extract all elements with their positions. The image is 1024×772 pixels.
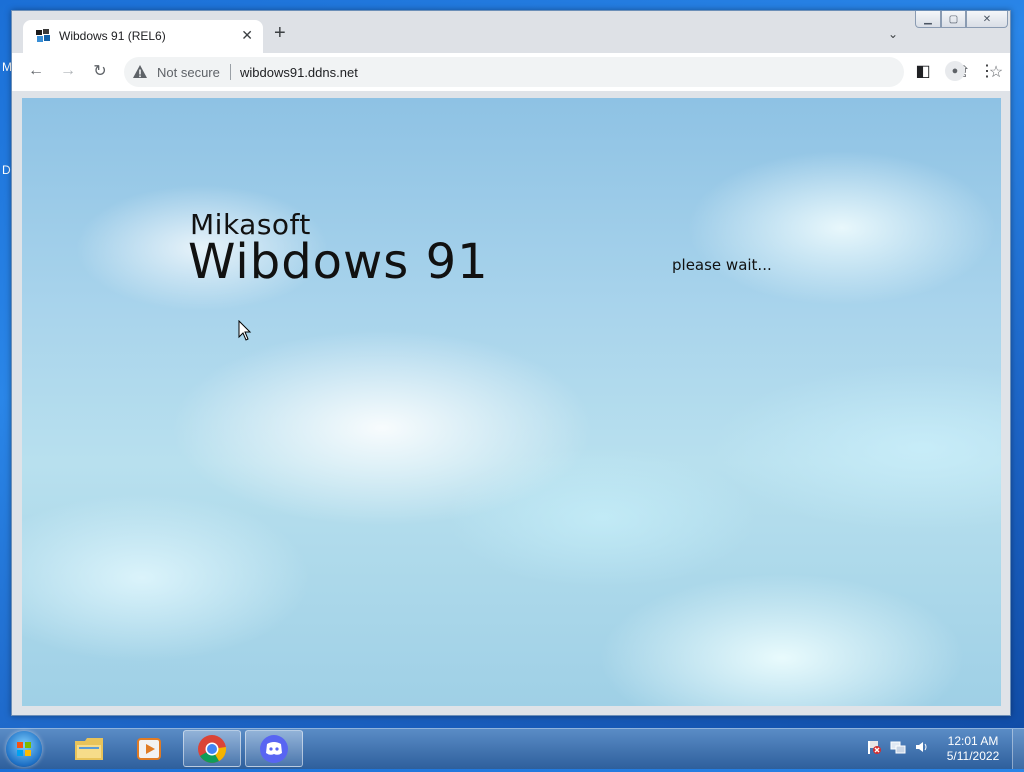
- reload-icon[interactable]: ↻: [90, 61, 110, 81]
- taskbar: 12:01 AM 5/11/2022: [0, 728, 1024, 769]
- chrome-icon: [198, 734, 227, 763]
- media-player-icon: [137, 737, 161, 760]
- system-tray: [866, 739, 930, 755]
- tab-strip: Wibdows 91 (REL6) ✕ + ⌄ ▁ ▢ ✕: [12, 11, 1010, 53]
- minimize-button[interactable]: ▁: [915, 11, 941, 28]
- show-desktop-button[interactable]: [1012, 729, 1024, 769]
- browser-menu-icon[interactable]: ⋮: [977, 61, 997, 81]
- security-status-label[interactable]: Not secure: [157, 65, 220, 80]
- taskbar-chrome[interactable]: [183, 730, 241, 767]
- network-icon[interactable]: [890, 739, 906, 755]
- tab-search-chevron-icon[interactable]: ⌄: [888, 27, 898, 41]
- taskbar-media-player[interactable]: [121, 730, 179, 767]
- maximize-button[interactable]: ▢: [941, 11, 966, 28]
- tab-close-icon[interactable]: ✕: [241, 27, 253, 44]
- browser-window: Wibdows 91 (REL6) ✕ + ⌄ ▁ ▢ ✕ ← → ↻ Not …: [11, 10, 1011, 716]
- page-viewport[interactable]: Mikasoft Wibdows 91 please wait...: [22, 98, 1001, 706]
- clock-time: 12:01 AM: [947, 734, 999, 748]
- mouse-pointer-icon: [238, 320, 252, 341]
- system-clock[interactable]: 12:01 AM 5/11/2022: [940, 734, 1006, 764]
- forward-arrow-icon[interactable]: →: [58, 61, 78, 81]
- close-window-button[interactable]: ✕: [966, 11, 1008, 28]
- tab-title: Wibdows 91 (REL6): [59, 29, 166, 43]
- tab-wibdows[interactable]: Wibdows 91 (REL6) ✕: [23, 20, 263, 53]
- new-tab-button[interactable]: +: [274, 23, 286, 43]
- profile-avatar-icon[interactable]: ●: [945, 61, 965, 81]
- taskbar-discord[interactable]: [245, 730, 303, 767]
- loading-status-text: please wait...: [672, 256, 772, 274]
- start-orb-button[interactable]: [6, 731, 42, 767]
- omnibox-divider: [230, 64, 231, 80]
- warning-triangle-icon: [133, 65, 147, 78]
- url-text[interactable]: wibdows91.ddns.net: [240, 65, 358, 80]
- volume-icon[interactable]: [914, 739, 930, 755]
- desktop-edge-letter-d: D: [2, 163, 11, 177]
- brand-product-name: Wibdows 91: [188, 234, 489, 290]
- wibdows-favicon-icon: [36, 29, 50, 42]
- discord-icon: [260, 734, 288, 763]
- address-bar[interactable]: Not secure wibdows91.ddns.net ⇪ ☆: [124, 57, 1003, 87]
- windows-logo-icon: [17, 742, 31, 756]
- back-arrow-icon[interactable]: ←: [26, 61, 46, 81]
- folder-icon: [75, 737, 103, 760]
- window-controls: ▁ ▢ ✕: [915, 11, 1008, 29]
- side-panel-icon[interactable]: ◧: [913, 61, 933, 81]
- taskbar-file-explorer[interactable]: [60, 730, 118, 767]
- clock-date: 5/11/2022: [946, 749, 1000, 763]
- action-center-flag-icon[interactable]: [866, 739, 882, 755]
- browser-toolbar: ← → ↻ Not secure wibdows91.ddns.net ⇪ ☆ …: [12, 53, 1010, 91]
